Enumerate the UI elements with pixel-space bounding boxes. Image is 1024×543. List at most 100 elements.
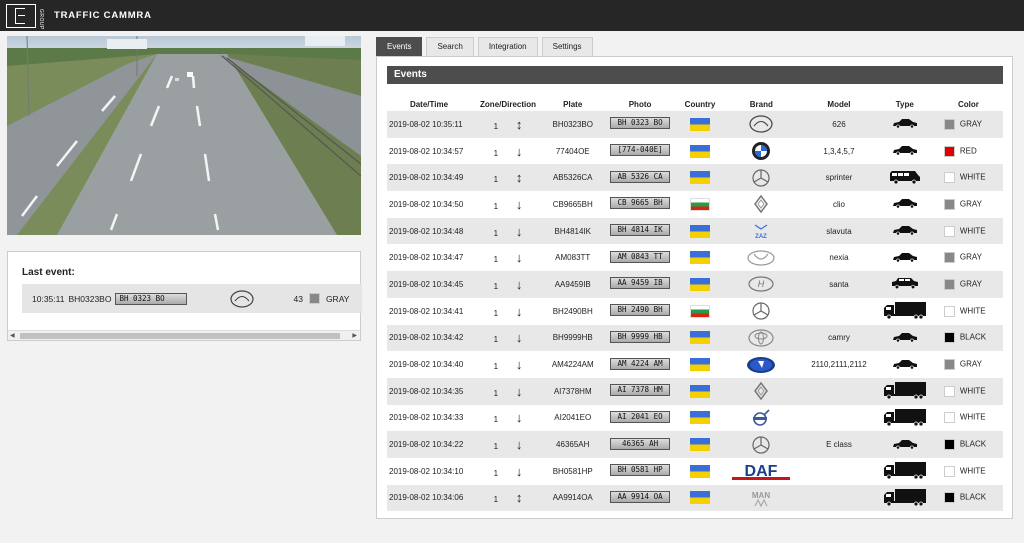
color-name: WHITE [959, 413, 986, 423]
color-swatch [308, 293, 320, 304]
zone-direction-cell: 1 ↕ [471, 111, 546, 138]
zone-direction-cell: 1 ↕ [471, 484, 546, 512]
column-header: Type [895, 99, 914, 109]
last-event-color: GRAY [325, 293, 350, 304]
plate-cell: BH2490BH [552, 306, 593, 316]
photo-cell[interactable]: BH 9999 HB [600, 324, 680, 352]
tab-search[interactable]: Search [426, 37, 474, 56]
photo-cell[interactable]: AB 5326 CA [600, 164, 680, 192]
photo-cell[interactable]: AA 9914 OA [600, 484, 680, 512]
table-row[interactable]: 2019-08-02 10:34:48 1 ↓ BH4814IK BH 4814 IK… [387, 217, 1003, 245]
zaz-logo-icon: ZAZ [754, 224, 768, 240]
scroll-thumb[interactable] [20, 333, 340, 339]
table-row[interactable]: 2019-08-02 10:34:22 1 ↓ 46365AH 46365 AH E c… [387, 431, 1003, 458]
table-row[interactable]: 2019-08-02 10:34:33 1 ↓ AI2041EO AI 2041 EO… [387, 405, 1003, 432]
photo-cell[interactable]: BH 4814 IK [600, 217, 680, 245]
horizontal-scrollbar[interactable]: ◀ ▶ [8, 330, 360, 340]
zone-value: 1 [493, 308, 499, 318]
photo-cell[interactable]: AI 2041 EO [600, 405, 679, 432]
color-cell: WHITE [933, 164, 1003, 192]
table-row[interactable]: 2019-08-02 10:34:06 1 ↕ AA9914OA AA 9914 OA… [387, 484, 1003, 512]
van-icon [889, 170, 921, 186]
mercedes-logo-icon [752, 435, 770, 454]
truck-icon [883, 381, 927, 401]
model-cell: 1,3,4,5,7 [823, 146, 855, 156]
plate-photo[interactable]: AI 7378 HM [610, 384, 671, 397]
photo-cell[interactable]: BH 0323 BO [600, 111, 680, 138]
type-cell [876, 351, 934, 378]
table-row[interactable]: 2019-08-02 10:34:41 1 ↓ BH2490BH BH 2490 BH… [387, 298, 1003, 325]
tab-events[interactable]: Events [376, 37, 423, 56]
model-cell: sprinter [802, 164, 876, 192]
ukraine-flag-icon [690, 144, 711, 158]
daf-logo-icon: DAF [730, 462, 793, 481]
photo-cell[interactable]: [774-040E] [600, 138, 679, 165]
color-cell: GRAY [933, 271, 1003, 298]
type-cell [876, 298, 934, 325]
table-row[interactable]: 2019-08-02 10:34:42 1 ↓ BH9999HB BH 9999 HB… [387, 324, 1003, 352]
zone-value: 1 [493, 121, 499, 131]
plate-photo[interactable]: AA 9914 OA [610, 490, 671, 503]
country-cell [679, 377, 721, 405]
plate-photo[interactable]: CB 9665 BH [610, 197, 671, 210]
zone-direction-cell: 1 ↓ [471, 351, 545, 378]
table-row[interactable]: 2019-08-02 10:35:11 1 ↕ BH0323BO BH 0323 BO… [387, 111, 1003, 138]
photo-cell[interactable]: AM 4224 AM [600, 351, 679, 378]
plate-photo[interactable]: 46365 AH [610, 437, 671, 450]
camera-feed [7, 36, 361, 235]
plate-photo[interactable]: BH 0581 HP [610, 464, 671, 477]
scroll-left-icon[interactable]: ◀ [10, 332, 15, 339]
plate-photo[interactable]: [774-040E] [610, 144, 671, 157]
type-cell [876, 458, 934, 485]
country-cell [679, 111, 721, 138]
photo-cell[interactable]: BH 0581 HP [600, 458, 679, 485]
table-row[interactable]: 2019-08-02 10:34:50 1 ↓ CB9665BH CB 9665 BH… [387, 191, 1003, 218]
photo-cell[interactable]: AA 9459 IB [600, 271, 680, 298]
plate-photo[interactable]: AI 2041 EO [610, 410, 671, 423]
table-row[interactable]: 2019-08-02 10:34:40 1 ↓ AM4224AM AM 4224 AM… [387, 351, 1003, 378]
table-row[interactable]: 2019-08-02 10:34:35 1 ↓ AI7378HM AI 7378 HM… [387, 377, 1003, 405]
last-event-plate: BH0323BO [68, 293, 112, 304]
tab-settings[interactable]: Settings [541, 37, 593, 56]
photo-cell[interactable]: CB 9665 BH [600, 191, 679, 218]
photo-cell[interactable]: AI 7378 HM [600, 377, 680, 405]
plate-photo[interactable]: AA 9459 IB [610, 277, 671, 290]
datetime-cell: 2019-08-02 10:34:45 [387, 271, 471, 298]
country-cell [680, 458, 721, 485]
zone-value: 1 [493, 495, 499, 505]
plate-cell: AB5326CA [545, 164, 601, 192]
column-header: Brand [749, 99, 773, 109]
plate-photo[interactable]: BH 9999 HB [610, 330, 671, 343]
last-event-row[interactable]: 10:35:11 BH0323BO BH 0323 BO 43 GRAY [22, 284, 362, 313]
top-bar: GROUP TRAFFIC CAMMRA [0, 0, 1024, 31]
column-header: Plate [563, 99, 583, 109]
tab-integration[interactable]: Integration [477, 37, 538, 56]
plate-photo[interactable]: BH 0323 BO [610, 117, 671, 130]
plate-photo[interactable]: BH 4814 IK [610, 224, 671, 237]
zone-direction-cell: 1 ↓ [471, 298, 545, 325]
plate-photo[interactable]: BH 2490 BH [610, 304, 671, 317]
ukraine-flag-icon [690, 224, 711, 238]
table-row[interactable]: 2019-08-02 10:34:57 1 ↓ 77404OE [774-040E] 1… [387, 138, 1003, 165]
direction-down-icon: ↓ [515, 196, 523, 212]
type-cell [875, 431, 934, 458]
color-swatch [943, 305, 955, 317]
last-event-panel: Last event: 10:35:11 BH0323BO BH 0323 BO… [7, 251, 362, 341]
plate-photo[interactable]: AM 4224 AM [610, 357, 671, 370]
table-row[interactable]: 2019-08-02 10:34:47 1 ↓ AM083TT AM 0843 TT n… [387, 244, 1003, 271]
table-row[interactable]: 2019-08-02 10:34:45 1 ↓ AA9459IB AA 9459 IB… [387, 271, 1003, 298]
brand-cell [720, 164, 803, 192]
color-cell: WHITE [933, 217, 1003, 245]
plate-photo[interactable]: AB 5326 CA [610, 170, 671, 183]
type-cell [876, 138, 934, 165]
table-row[interactable]: 2019-08-02 10:34:10 1 ↓ BH0581HP BH 0581 HP… [387, 458, 1003, 485]
scroll-right-icon[interactable]: ▶ [352, 332, 357, 339]
plate-photo[interactable]: AM 0843 TT [610, 250, 671, 263]
color-name: WHITE [959, 386, 986, 396]
color-cell: GRAY [933, 111, 1003, 138]
model-cell: nexia [829, 253, 849, 263]
photo-cell[interactable]: BH 2490 BH [600, 298, 679, 325]
photo-cell[interactable]: AM 0843 TT [600, 244, 679, 271]
table-row[interactable]: 2019-08-02 10:34:49 1 ↕ AB5326CA AB 5326 CA… [387, 164, 1003, 192]
photo-cell[interactable]: 46365 AH [600, 431, 680, 458]
